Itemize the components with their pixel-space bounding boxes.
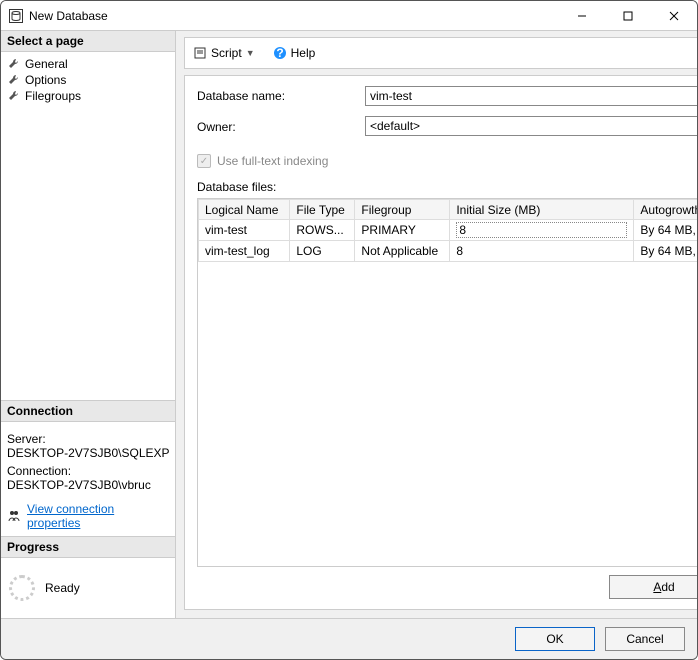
table-row[interactable]: vim-test_log LOG Not Applicable 8 By 64 … bbox=[199, 241, 698, 262]
cell-filegroup[interactable]: Not Applicable bbox=[355, 241, 450, 262]
select-page-header: Select a page bbox=[1, 31, 175, 52]
server-value: DESKTOP-2V7SJB0\SQLEXPRESS bbox=[7, 446, 169, 460]
wrench-icon bbox=[7, 73, 21, 87]
view-connection-properties-link[interactable]: View connection properties bbox=[27, 502, 169, 530]
page-filegroups[interactable]: Filegroups bbox=[1, 88, 175, 104]
server-label: Server: bbox=[7, 432, 169, 446]
script-label: Script bbox=[211, 46, 242, 60]
page-label: Options bbox=[25, 73, 66, 87]
help-icon: ? bbox=[273, 46, 287, 60]
general-page-form: Database name: Owner: ... ✓ Use full-tex… bbox=[184, 75, 698, 610]
owner-label: Owner: bbox=[197, 120, 357, 134]
cell-initial-size[interactable]: 8 bbox=[450, 241, 634, 262]
left-panel: Select a page General Options Filegroups… bbox=[1, 31, 176, 618]
database-files-label: Database files: bbox=[197, 180, 698, 194]
cell-filegroup[interactable]: PRIMARY bbox=[355, 220, 450, 241]
connection-header: Connection bbox=[1, 400, 175, 422]
database-files-table: Logical Name File Type Filegroup Initial… bbox=[198, 199, 698, 262]
close-button[interactable] bbox=[651, 1, 697, 30]
col-filegroup[interactable]: Filegroup bbox=[355, 200, 450, 220]
wrench-icon bbox=[7, 57, 21, 71]
dialog-body: Select a page General Options Filegroups… bbox=[1, 31, 697, 618]
cell-logical-name[interactable]: vim-test bbox=[199, 220, 290, 241]
chevron-down-icon[interactable]: ▼ bbox=[246, 48, 255, 58]
titlebar: New Database bbox=[1, 1, 697, 31]
owner-input[interactable] bbox=[365, 116, 698, 136]
cell-autogrowth[interactable]: By 64 MB, Unlimited bbox=[634, 241, 698, 262]
cell-autogrowth[interactable]: By 64 MB, Unlimited bbox=[634, 220, 698, 241]
page-label: Filegroups bbox=[25, 89, 81, 103]
connection-label: Connection: bbox=[7, 464, 169, 478]
progress-header: Progress bbox=[1, 536, 175, 558]
dbname-label: Database name: bbox=[197, 89, 357, 103]
col-file-type[interactable]: File Type bbox=[290, 200, 355, 220]
cell-file-type[interactable]: ROWS... bbox=[290, 220, 355, 241]
progress-text: Ready bbox=[45, 581, 80, 595]
fulltext-row: ✓ Use full-text indexing bbox=[197, 154, 698, 168]
window-title: New Database bbox=[29, 9, 559, 23]
page-list: General Options Filegroups bbox=[1, 52, 175, 112]
progress-spinner-icon bbox=[9, 575, 35, 601]
col-initial-size[interactable]: Initial Size (MB) bbox=[450, 200, 634, 220]
add-button[interactable]: Add bbox=[609, 575, 698, 599]
connection-panel: Server: DESKTOP-2V7SJB0\SQLEXPRESS Conne… bbox=[1, 422, 175, 536]
help-button[interactable]: ? Help bbox=[269, 44, 320, 62]
minimize-button[interactable] bbox=[559, 1, 605, 30]
toolbar: Script ▼ ? Help bbox=[184, 37, 698, 69]
people-icon bbox=[7, 509, 21, 523]
script-icon bbox=[193, 46, 207, 60]
dbname-input[interactable] bbox=[365, 86, 698, 106]
page-options[interactable]: Options bbox=[1, 72, 175, 88]
right-panel: Script ▼ ? Help Database name: Owner: bbox=[176, 31, 698, 618]
help-label: Help bbox=[291, 46, 316, 60]
dialog-footer: OK Cancel bbox=[1, 618, 697, 659]
col-logical-name[interactable]: Logical Name bbox=[199, 200, 290, 220]
database-files-table-wrap[interactable]: Logical Name File Type Filegroup Initial… bbox=[197, 198, 698, 567]
maximize-button[interactable] bbox=[605, 1, 651, 30]
cancel-button[interactable]: Cancel bbox=[605, 627, 685, 651]
page-label: General bbox=[25, 57, 68, 71]
window-buttons bbox=[559, 1, 697, 30]
cell-logical-name[interactable]: vim-test_log bbox=[199, 241, 290, 262]
connection-value: DESKTOP-2V7SJB0\vbruc bbox=[7, 478, 169, 492]
app-icon bbox=[9, 9, 23, 23]
fulltext-label: Use full-text indexing bbox=[217, 154, 328, 168]
table-row[interactable]: vim-test ROWS... PRIMARY By 64 MB, Unlim… bbox=[199, 220, 698, 241]
ok-button[interactable]: OK bbox=[515, 627, 595, 651]
wrench-icon bbox=[7, 89, 21, 103]
col-autogrowth[interactable]: Autogrowth / Maxsize bbox=[634, 200, 698, 220]
add-rest: dd bbox=[661, 580, 674, 594]
file-buttons: Add Remove bbox=[197, 575, 698, 599]
svg-text:?: ? bbox=[276, 46, 283, 60]
new-database-window: New Database Select a page General Optio… bbox=[0, 0, 698, 660]
initial-size-input[interactable] bbox=[456, 222, 627, 238]
cell-file-type[interactable]: LOG bbox=[290, 241, 355, 262]
page-general[interactable]: General bbox=[1, 56, 175, 72]
fulltext-checkbox: ✓ bbox=[197, 154, 211, 168]
cell-initial-size[interactable] bbox=[450, 220, 634, 241]
left-spacer bbox=[1, 112, 175, 400]
progress-panel: Ready bbox=[1, 558, 175, 618]
script-button[interactable]: Script ▼ bbox=[189, 44, 259, 62]
